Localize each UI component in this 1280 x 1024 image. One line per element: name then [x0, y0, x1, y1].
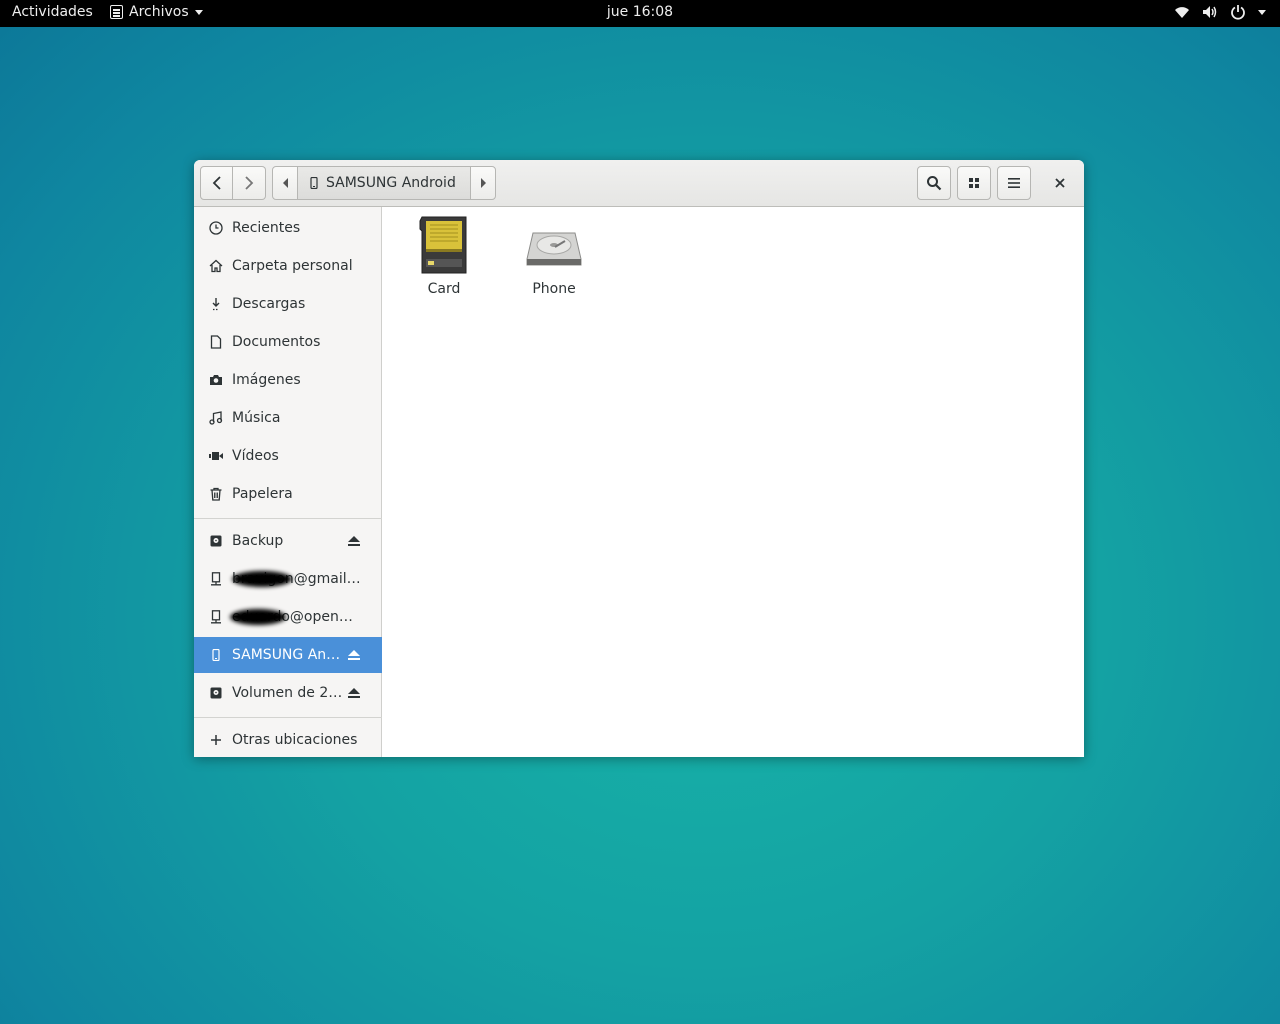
chevron-down-icon [1258, 9, 1266, 15]
document-icon [208, 334, 224, 350]
network-icon [208, 609, 224, 625]
close-icon [1055, 178, 1065, 188]
sidebar-item-papelera[interactable]: Papelera [194, 476, 382, 512]
path-crumb-label: SAMSUNG Android [326, 175, 456, 191]
sidebar-item-recientes[interactable]: Recientes [194, 210, 382, 246]
network-icon [208, 571, 224, 587]
file-view[interactable]: Card Phone [383, 207, 1084, 757]
file-item-phone[interactable]: Phone [509, 215, 599, 305]
sidebar-item-label: Carpeta personal [232, 258, 353, 274]
top-bar: Actividades Archivos jue 16:08 [0, 0, 1280, 27]
sidebar-item-documentos[interactable]: Documentos [194, 324, 382, 360]
path-bar: SAMSUNG Android [272, 166, 496, 200]
eject-icon[interactable] [347, 686, 361, 700]
sidebar-item-label: Recientes [232, 220, 301, 236]
clock-icon [208, 220, 224, 236]
sidebar-item-label: Música [232, 410, 281, 426]
system-status-menu[interactable] [1174, 4, 1266, 20]
files-window: SAMSUNG Android Recientes Carpeta person… [194, 160, 1084, 757]
download-icon [208, 296, 224, 312]
sidebar-item-backup[interactable]: Backup [194, 523, 382, 559]
view-mode-button[interactable] [957, 166, 991, 200]
sd-card-icon [419, 216, 467, 274]
sidebar-item-network-openmail[interactable]: eduardo@openmail… [194, 599, 382, 635]
history-buttons [200, 166, 266, 200]
path-scroll-right-button[interactable] [470, 166, 496, 200]
sidebar-item-label: Imágenes [232, 372, 301, 388]
sidebar-item-label: SAMSUNG An… [232, 647, 341, 663]
menu-button[interactable] [997, 166, 1031, 200]
eject-icon[interactable] [347, 648, 361, 662]
video-icon [208, 448, 224, 464]
forward-button[interactable] [233, 166, 266, 200]
sidebar-item-label: Vídeos [232, 448, 279, 464]
sidebar-item-other-locations[interactable]: Otras ubicaciones [194, 722, 382, 757]
sidebar-separator [194, 518, 382, 519]
back-button[interactable] [200, 166, 233, 200]
file-name: Card [427, 281, 461, 297]
close-button[interactable] [1050, 173, 1070, 193]
wifi-icon [1175, 7, 1189, 18]
sidebar-item-label: Otras ubicaciones [232, 732, 358, 748]
volume-icon [1203, 6, 1217, 18]
grid-view-icon [969, 178, 979, 188]
right-arrow-icon [480, 178, 486, 188]
file-name: Phone [532, 281, 576, 297]
header-bar: SAMSUNG Android [194, 160, 1084, 207]
phone-icon [208, 647, 224, 663]
sidebar: Recientes Carpeta personal Descargas Doc… [194, 207, 382, 757]
sidebar-item-samsung-android[interactable]: SAMSUNG An… [194, 637, 382, 673]
path-crumb-current[interactable]: SAMSUNG Android [298, 166, 470, 200]
sidebar-item-label: Papelera [232, 486, 293, 502]
go-next-icon [245, 176, 254, 190]
plus-icon [208, 732, 224, 748]
sidebar-item-videos[interactable]: Vídeos [194, 438, 382, 474]
phone-icon [310, 177, 318, 189]
clock[interactable]: jue 16:08 [0, 4, 1280, 20]
sidebar-item-musica[interactable]: Música [194, 400, 382, 436]
go-previous-icon [212, 176, 221, 190]
hard-drive-icon [526, 232, 582, 266]
left-arrow-icon [282, 178, 288, 188]
home-icon [208, 258, 224, 274]
sidebar-item-label: Descargas [232, 296, 306, 312]
drive-icon [208, 685, 224, 701]
search-button[interactable] [917, 166, 951, 200]
eject-icon[interactable] [347, 534, 361, 548]
power-icon [1231, 5, 1245, 20]
sidebar-item-network-gmail[interactable]: bravigon@gmail.c… [194, 561, 382, 597]
file-item-card[interactable]: Card [399, 215, 489, 305]
redaction-mark [232, 571, 292, 587]
redaction-mark [230, 609, 286, 625]
sidebar-item-descargas[interactable]: Descargas [194, 286, 382, 322]
sidebar-item-volume[interactable]: Volumen de 2… [194, 675, 382, 711]
path-scroll-left-button[interactable] [272, 166, 298, 200]
music-icon [208, 410, 224, 426]
sidebar-item-imagenes[interactable]: Imágenes [194, 362, 382, 398]
drive-icon [208, 533, 224, 549]
sidebar-separator [194, 717, 382, 718]
sidebar-item-label: Documentos [232, 334, 321, 350]
sidebar-item-label: Volumen de 2… [232, 685, 343, 701]
hamburger-menu-icon [1008, 178, 1020, 188]
camera-icon [208, 372, 224, 388]
sidebar-item-label: Backup [232, 533, 284, 549]
trash-icon [208, 486, 224, 502]
sidebar-item-carpeta-personal[interactable]: Carpeta personal [194, 248, 382, 284]
search-icon [927, 176, 942, 191]
